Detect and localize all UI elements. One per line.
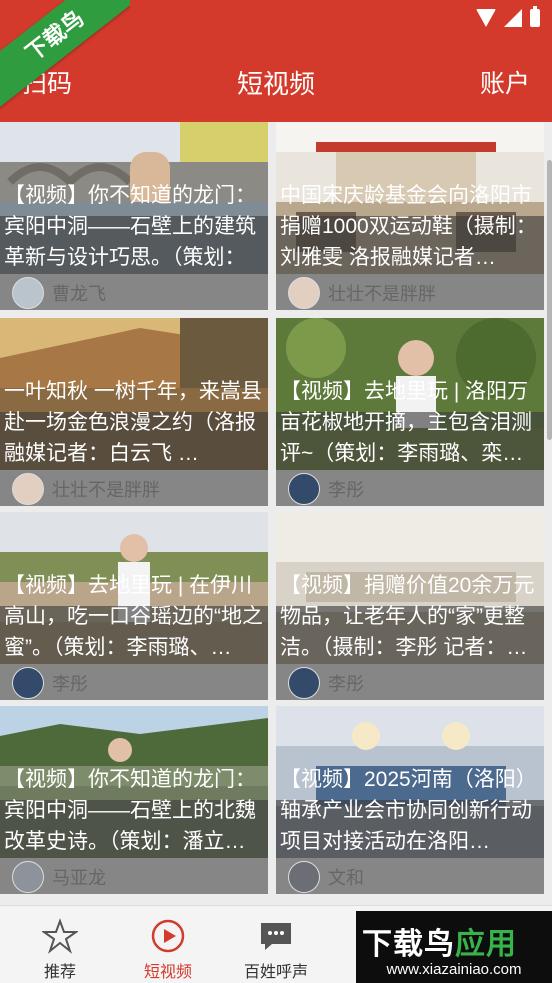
video-card[interactable]: 【视频】你不知道的龙门：宾阳中洞——石壁上的北魏改革史诗。（策划：潘立… 马亚龙: [0, 706, 268, 894]
account-button[interactable]: 账户: [480, 64, 530, 100]
video-author: 文和: [288, 860, 364, 894]
battery-icon: [530, 6, 540, 27]
play-circle-icon: [150, 918, 186, 954]
tab-short-video[interactable]: 短视频: [108, 906, 228, 983]
tab-label: 推荐: [43, 964, 76, 981]
video-card[interactable]: 【视频】2025河南（洛阳）轴承产业会市协同创新行动项目对接活动在洛阳… 文和: [276, 706, 544, 894]
video-title: 中国宋庆龄基金会向洛阳市捐赠1000双运动鞋（摄制：刘雅雯 洛报融媒记者…: [280, 184, 537, 269]
author-name: 李彤: [328, 480, 364, 500]
video-title: 【视频】去地里玩 | 在伊川高山，吃一口谷瑶边的“地之蜜”。（策划：李雨璐、…: [4, 574, 263, 659]
video-card[interactable]: 【视频】你不知道的龙门：宾阳中洞——石壁上的建筑革新与设计巧思。（策划：潘立龙 …: [0, 122, 268, 310]
chat-bubble-icon: [258, 918, 294, 954]
video-title: 【视频】你不知道的龙门：宾阳中洞——石壁上的建筑革新与设计巧思。（策划：潘立龙 …: [4, 184, 256, 269]
avatar: [12, 861, 44, 893]
tab-public-voice[interactable]: 百姓呼声: [216, 906, 336, 983]
video-author: 李彤: [288, 666, 364, 700]
avatar: [12, 277, 44, 309]
video-author: 曹龙飞: [12, 276, 106, 310]
app-root: 扫码 短视频 账户 下载鸟 【视频】你不知道的龙门：宾阳中洞——石壁上的建筑革新…: [0, 0, 552, 983]
video-title: 一叶知秋 一树千年，来嵩县赴一场金色浪漫之约（洛报融媒记者：白云飞 …: [4, 380, 262, 465]
avatar: [288, 861, 320, 893]
video-author: 壮壮不是胖胖: [288, 276, 436, 310]
watermark-url: www.xiazainiao.com: [386, 961, 522, 978]
video-author: 壮壮不是胖胖: [12, 472, 160, 506]
tab-label: 短视频: [143, 964, 192, 981]
corner-banner: 下载鸟: [0, 0, 130, 110]
author-name: 壮壮不是胖胖: [328, 284, 436, 304]
video-author: 马亚龙: [12, 860, 106, 894]
author-name: 文和: [328, 868, 364, 888]
scrollbar[interactable]: [547, 160, 552, 440]
video-card[interactable]: 【视频】去地里玩 | 洛阳万亩花椒地开摘，主包含泪测评~（策划：李雨璐、栾… 李…: [276, 318, 544, 506]
author-name: 李彤: [328, 674, 364, 694]
video-title: 【视频】2025河南（洛阳）轴承产业会市协同创新行动项目对接活动在洛阳…: [280, 768, 537, 853]
tab-label: 百姓呼声: [243, 964, 308, 981]
avatar: [12, 667, 44, 699]
author-name: 马亚龙: [52, 868, 106, 888]
watermark-logo: 下载鸟应用 www.xiazainiao.com: [356, 911, 552, 983]
video-card[interactable]: 中国宋庆龄基金会向洛阳市捐赠1000双运动鞋（摄制：刘雅雯 洛报融媒记者… 壮壮…: [276, 122, 544, 310]
video-card[interactable]: 【视频】捐赠价值20余万元物品，让老年人的“家”更整洁。（摄制：李彤 记者：… …: [276, 512, 544, 700]
video-title: 【视频】捐赠价值20余万元物品，让老年人的“家”更整洁。（摄制：李彤 记者：…: [280, 574, 535, 659]
watermark-title-part2: 应用: [455, 928, 517, 961]
video-card[interactable]: 一叶知秋 一树千年，来嵩县赴一场金色浪漫之约（洛报融媒记者：白云飞 … 壮壮不是…: [0, 318, 268, 506]
video-title: 【视频】你不知道的龙门：宾阳中洞——石壁上的北魏改革史诗。（策划：潘立…: [4, 768, 256, 853]
corner-banner-wrap: 下载鸟: [0, 0, 130, 110]
video-author: 李彤: [12, 666, 88, 700]
author-name: 曹龙飞: [52, 284, 106, 304]
avatar: [288, 473, 320, 505]
avatar: [12, 473, 44, 505]
video-author: 李彤: [288, 472, 364, 506]
watermark-title-part1: 下载鸟: [362, 928, 455, 961]
video-title: 【视频】去地里玩 | 洛阳万亩花椒地开摘，主包含泪测评~（策划：李雨璐、栾…: [280, 380, 532, 465]
tab-recommend[interactable]: 推荐: [0, 906, 120, 983]
author-name: 壮壮不是胖胖: [52, 480, 160, 500]
status-icons: [476, 6, 540, 27]
video-grid: 【视频】你不知道的龙门：宾阳中洞——石壁上的建筑革新与设计巧思。（策划：潘立龙 …: [0, 122, 552, 905]
author-name: 李彤: [52, 674, 88, 694]
avatar: [288, 277, 320, 309]
video-card[interactable]: 【视频】去地里玩 | 在伊川高山，吃一口谷瑶边的“地之蜜”。（策划：李雨璐、… …: [0, 512, 268, 700]
signal-icon: [504, 9, 522, 27]
wifi-icon: [476, 9, 496, 27]
star-icon: [40, 918, 80, 954]
avatar: [288, 667, 320, 699]
watermark-title: 下载鸟应用: [362, 919, 517, 963]
